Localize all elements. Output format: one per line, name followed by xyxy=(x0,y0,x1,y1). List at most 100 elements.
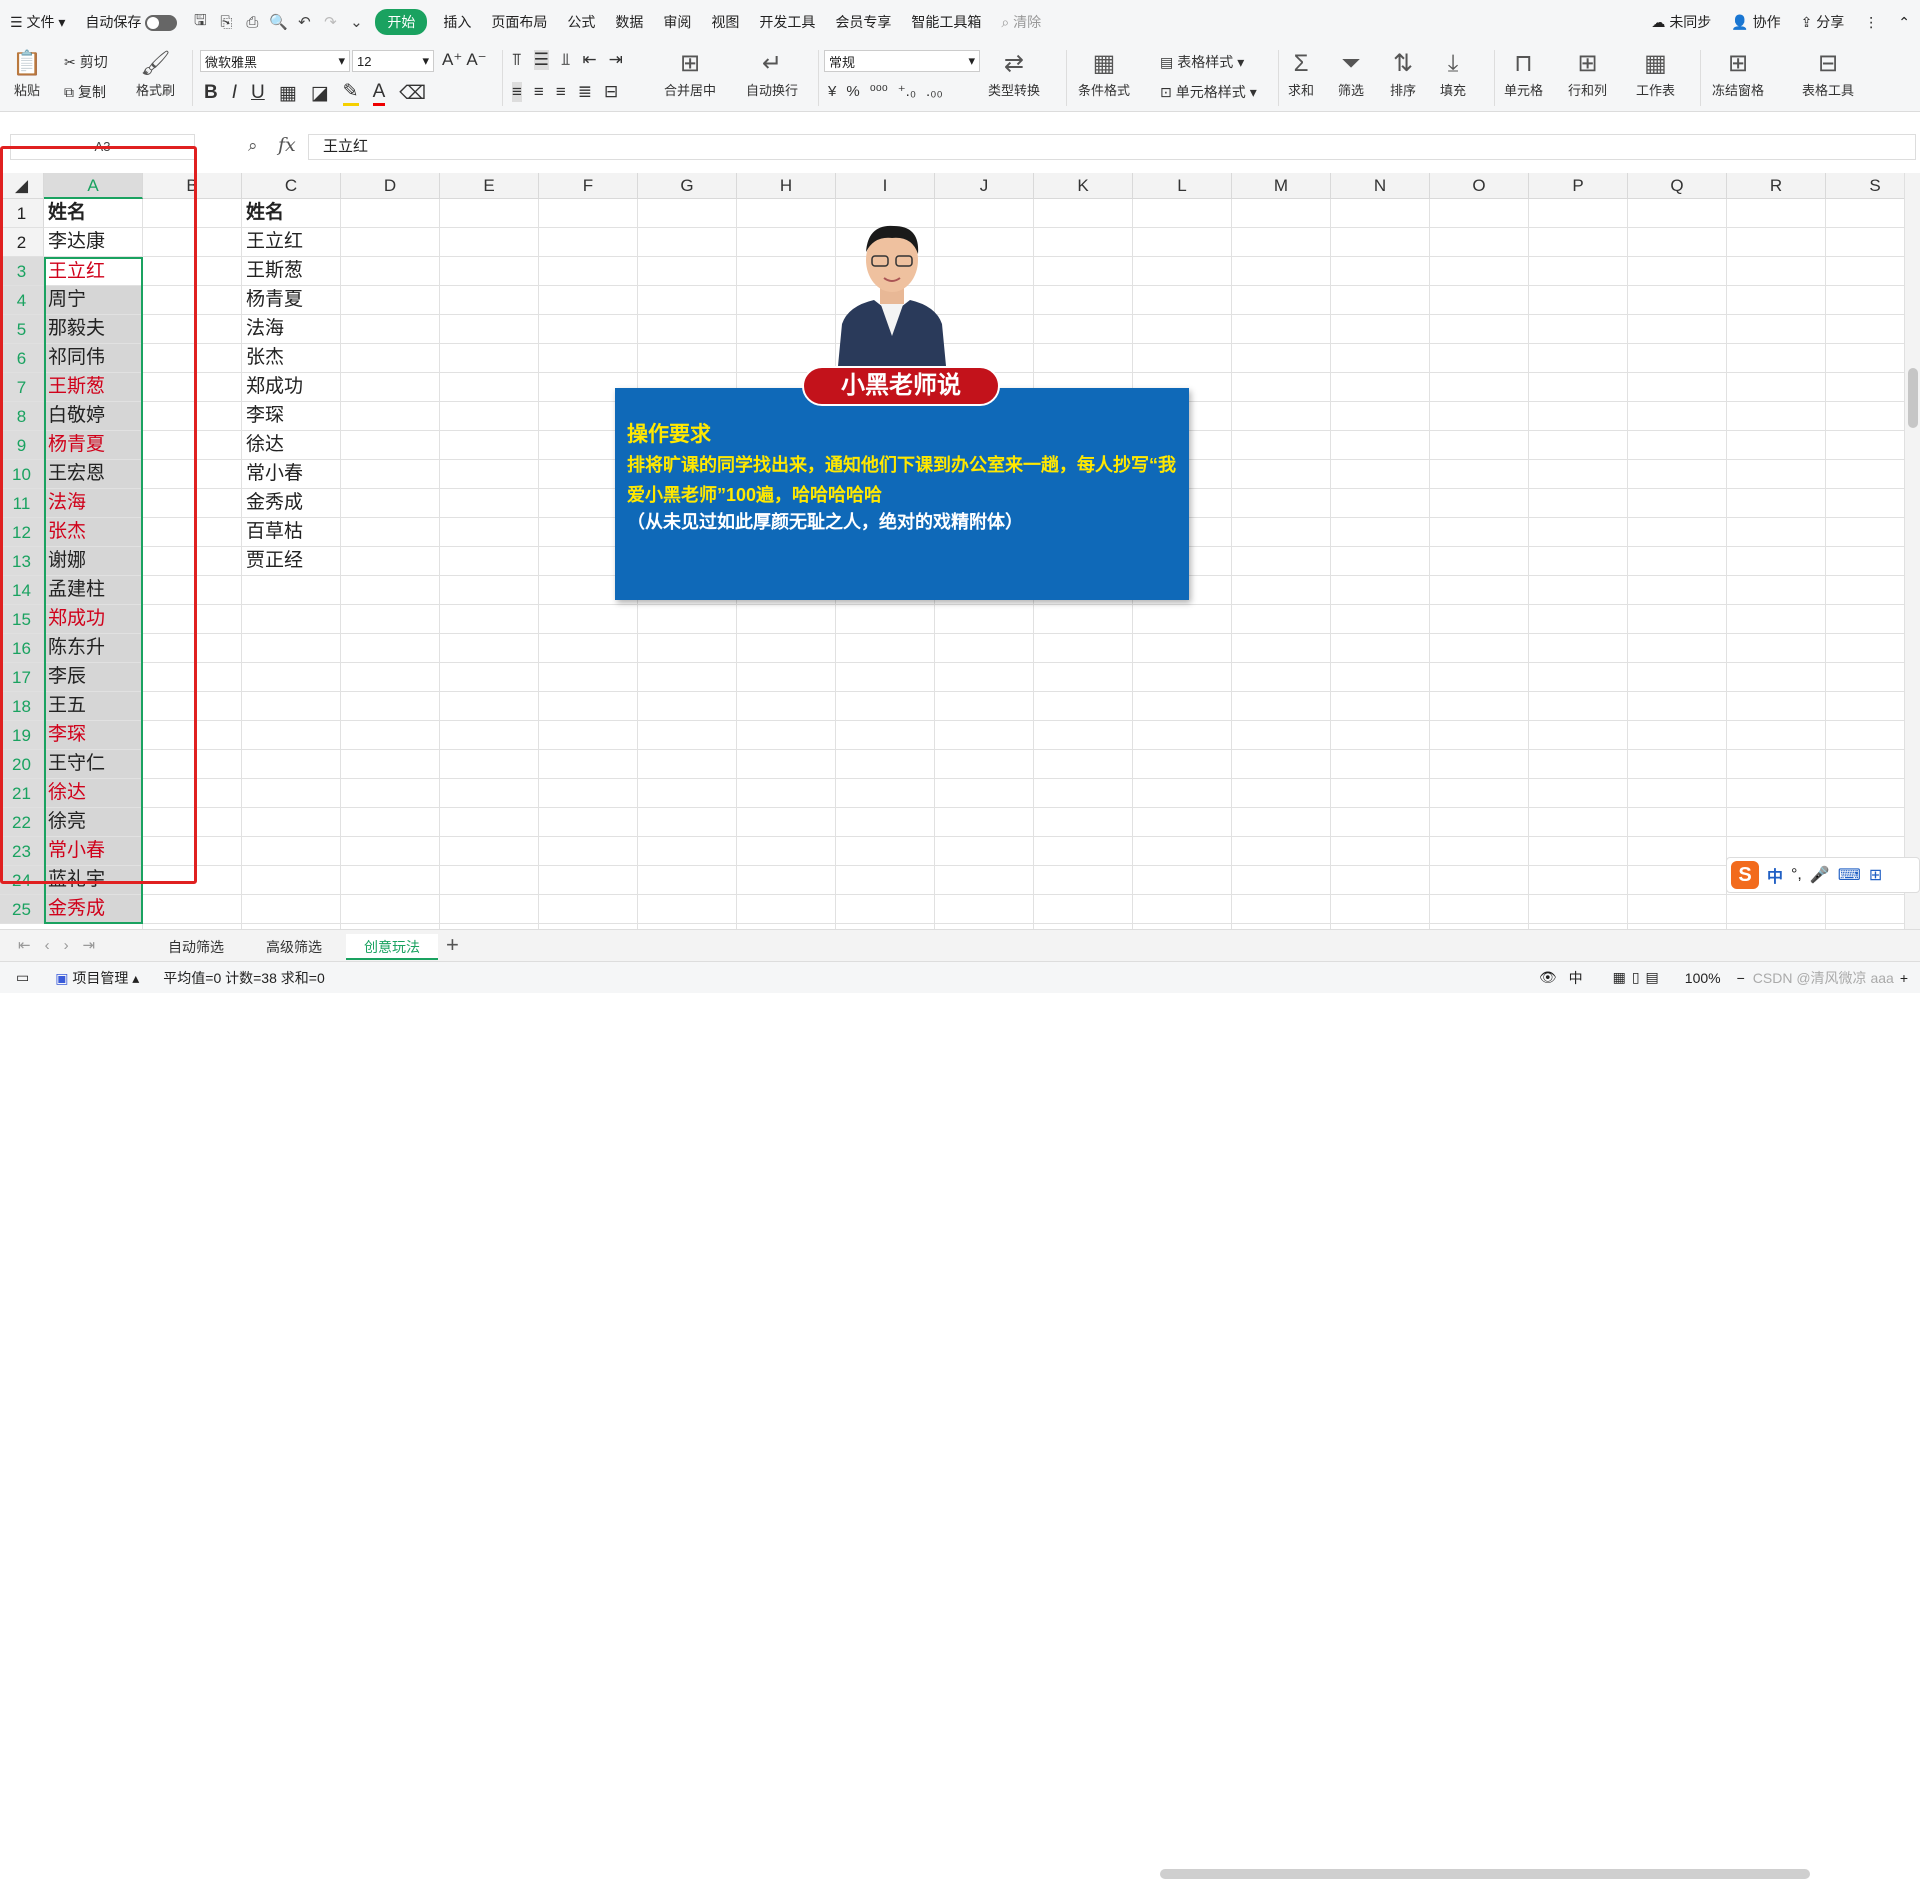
cell-c2[interactable]: 王立红 xyxy=(242,228,340,256)
increase-decimal-icon[interactable]: ⁺.₀ xyxy=(898,82,916,100)
row-header-25[interactable]: 25 xyxy=(0,895,44,924)
conditional-format-button[interactable]: ▦ 条件格式 xyxy=(1078,48,1130,99)
align-left-icon[interactable]: ≡ xyxy=(512,82,522,102)
filter-button[interactable]: ⏷ 筛选 xyxy=(1338,48,1364,99)
row-header-11[interactable]: 11 xyxy=(0,489,44,518)
cell-button[interactable]: ⊓ 单元格 xyxy=(1504,48,1543,99)
font-size-select[interactable]: 12 ▾ xyxy=(352,50,434,72)
row-header-20[interactable]: 20 xyxy=(0,750,44,779)
view-mode-icons[interactable]: ▦▯▤ xyxy=(1613,969,1665,986)
toggle-switch-icon[interactable] xyxy=(145,15,178,32)
zoom-out-icon[interactable]: − xyxy=(1737,970,1745,986)
ime-lang[interactable]: 中 xyxy=(1767,863,1783,887)
decrease-font-icon[interactable]: A⁻ xyxy=(466,50,486,70)
row-header-22[interactable]: 22 xyxy=(0,808,44,837)
border-icon[interactable]: ▦ xyxy=(279,82,297,105)
row-header-4[interactable]: 4 xyxy=(0,286,44,315)
column-header-e[interactable]: E xyxy=(440,173,539,199)
cell-c4[interactable]: 杨青夏 xyxy=(242,286,340,314)
format-painter-button[interactable]: 🖌 格式刷 xyxy=(136,48,175,99)
row-header-14[interactable]: 14 xyxy=(0,576,44,605)
worksheet-button[interactable]: ▦ 工作表 xyxy=(1636,48,1675,99)
redo-icon[interactable]: ↷ xyxy=(319,11,341,33)
row-header-21[interactable]: 21 xyxy=(0,779,44,808)
undo-icon[interactable]: ↶ xyxy=(293,11,315,33)
horizontal-scrollbar[interactable] xyxy=(1138,1867,1810,1881)
cut-button[interactable]: ✂ 剪切 xyxy=(64,52,108,72)
sogou-logo-icon[interactable]: S xyxy=(1731,861,1759,889)
cell-a1[interactable]: 姓名 xyxy=(44,199,142,227)
save-icon[interactable]: 🖫 xyxy=(189,11,211,33)
distribute-icon[interactable]: ⊟ xyxy=(604,82,618,102)
cell-c6[interactable]: 张杰 xyxy=(242,344,340,372)
tab-review[interactable]: 审阅 xyxy=(653,12,701,32)
row-header-16[interactable]: 16 xyxy=(0,634,44,663)
column-header-s[interactable]: S xyxy=(1826,173,1904,199)
sheet-nav-icons[interactable]: ⇤‹›⇥ xyxy=(18,936,109,954)
row-header-23[interactable]: 23 xyxy=(0,837,44,866)
cell-c12[interactable]: 百草枯 xyxy=(242,518,340,546)
cell-c3[interactable]: 王斯葱 xyxy=(242,257,340,285)
row-header-12[interactable]: 12 xyxy=(0,518,44,547)
row-header-15[interactable]: 15 xyxy=(0,605,44,634)
type-convert-button[interactable]: ⇄ 类型转换 xyxy=(988,48,1040,99)
font-color-icon[interactable]: A xyxy=(372,81,386,106)
column-header-p[interactable]: P xyxy=(1529,173,1628,199)
cell-c5[interactable]: 法海 xyxy=(242,315,340,343)
eraser-icon[interactable]: ⌫ xyxy=(399,82,426,105)
highlight-icon[interactable]: ✎ xyxy=(342,80,359,106)
column-header-r[interactable]: R xyxy=(1727,173,1826,199)
row-header-13[interactable]: 13 xyxy=(0,547,44,576)
fill-button[interactable]: ⤓ 填充 xyxy=(1440,48,1466,99)
column-header-a[interactable]: A xyxy=(44,173,143,199)
row-header-2[interactable]: 2 xyxy=(0,228,44,257)
tab-developer[interactable]: 开发工具 xyxy=(749,12,825,32)
formula-input[interactable]: 王立红 xyxy=(308,134,1916,160)
freeze-panes-button[interactable]: ⊞ 冻结窗格 xyxy=(1712,48,1764,99)
more-chevron-icon[interactable]: ⌄ xyxy=(345,11,367,33)
tab-formula[interactable]: 公式 xyxy=(557,12,605,32)
bold-icon[interactable]: B xyxy=(204,82,218,104)
column-header-c[interactable]: C xyxy=(242,173,341,199)
search-box[interactable]: ⌕ 清除 xyxy=(991,12,1051,32)
status-screen-icon[interactable]: ▭ xyxy=(16,969,29,986)
tab-page-layout[interactable]: 页面布局 xyxy=(481,12,557,32)
export-icon[interactable]: ⎘ xyxy=(215,11,237,33)
column-header-n[interactable]: N xyxy=(1331,173,1430,199)
cell-c1[interactable]: 姓名 xyxy=(242,199,340,227)
column-header-k[interactable]: K xyxy=(1034,173,1133,199)
column-header-m[interactable]: M xyxy=(1232,173,1331,199)
tab-smart-toolbox[interactable]: 智能工具箱 xyxy=(901,12,991,32)
merge-center-button[interactable]: ⊞ 合并居中 xyxy=(664,48,716,99)
cell-c11[interactable]: 金秀成 xyxy=(242,489,340,517)
share-button[interactable]: ⇪ 分享 xyxy=(1791,12,1855,32)
tab-data[interactable]: 数据 xyxy=(605,12,653,32)
eye-protection-icon[interactable]: 👁 xyxy=(1539,969,1557,986)
column-header-i[interactable]: I xyxy=(836,173,935,199)
row-header-18[interactable]: 18 xyxy=(0,692,44,721)
row-header-1[interactable]: 1 xyxy=(0,199,44,228)
decrease-decimal-icon[interactable]: .₀₀ xyxy=(926,83,943,100)
row-col-button[interactable]: ⊞ 行和列 xyxy=(1568,48,1607,99)
scroll-thumb[interactable] xyxy=(1908,368,1918,428)
print-preview-icon[interactable]: 🔍 xyxy=(267,11,289,33)
row-header-19[interactable]: 19 xyxy=(0,721,44,750)
row-header-7[interactable]: 7 xyxy=(0,373,44,402)
sort-button[interactable]: ⇅ 排序 xyxy=(1390,48,1416,99)
align-right-icon[interactable]: ≡ xyxy=(556,82,566,102)
zoom-in-icon[interactable]: + xyxy=(1900,970,1908,986)
increase-font-icon[interactable]: A⁺ xyxy=(442,50,462,70)
underline-icon[interactable]: U xyxy=(251,82,265,104)
cell-c13[interactable]: 贾正经 xyxy=(242,547,340,575)
paste-button[interactable]: 📋 粘贴 xyxy=(12,48,42,99)
column-header-b[interactable]: B xyxy=(143,173,242,199)
collapse-ribbon-icon[interactable]: ⌃ xyxy=(1888,14,1920,31)
cell-c8[interactable]: 李琛 xyxy=(242,402,340,430)
zoom-formula-icon[interactable]: ⌕ xyxy=(248,136,258,156)
file-menu[interactable]: ☰ 文件 ▾ xyxy=(0,12,75,32)
column-header-l[interactable]: L xyxy=(1133,173,1232,199)
select-all-corner[interactable]: ◢ xyxy=(0,173,44,199)
more-vertical-icon[interactable]: ⋮ xyxy=(1854,14,1888,31)
indent-decrease-icon[interactable]: ⇤ xyxy=(582,50,596,70)
percent-icon[interactable]: % xyxy=(846,83,859,100)
